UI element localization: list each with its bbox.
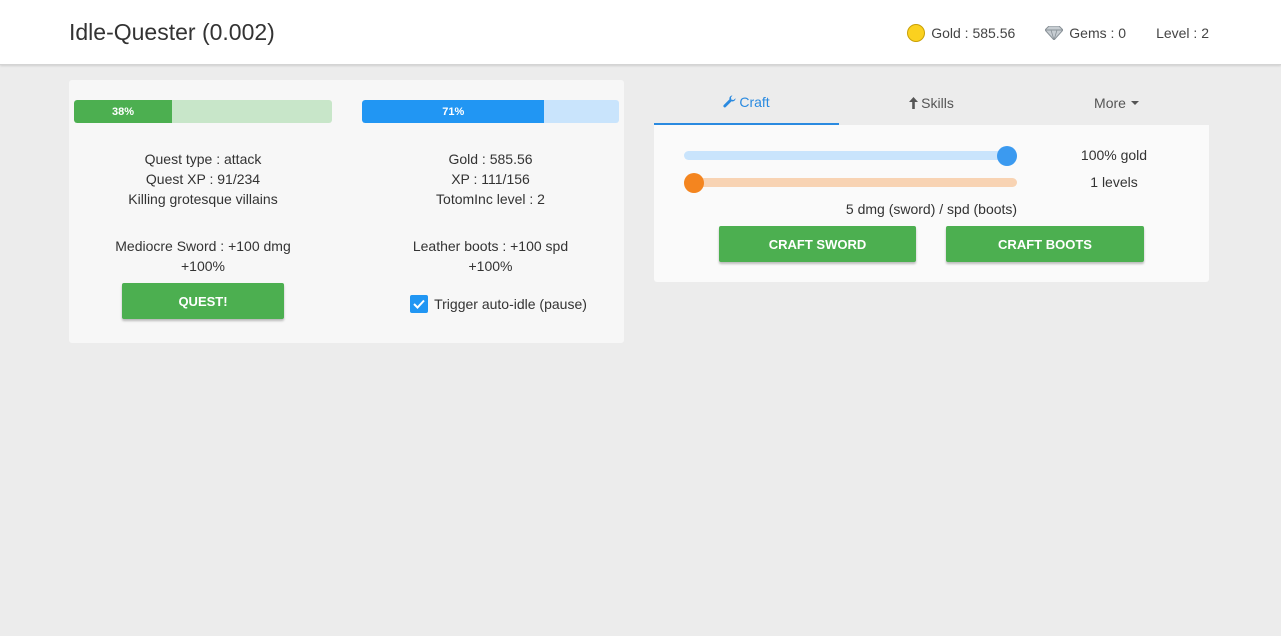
tab-skills[interactable]: Skills	[839, 80, 1024, 125]
gold-slider-handle[interactable]	[997, 146, 1017, 166]
caret-down-icon	[1130, 100, 1139, 105]
auto-idle-label: Trigger auto-idle (pause)	[434, 296, 587, 312]
totom-level: TotomInc level : 2	[436, 191, 545, 207]
craft-sword-button[interactable]: CRAFT SWORD	[719, 226, 916, 262]
level-stat: Level : 2	[1156, 25, 1209, 41]
auto-idle-checkbox[interactable]	[410, 295, 429, 313]
quest-progress-bar: 38%	[74, 100, 332, 123]
quest-panel: 38% Quest type : attack Quest XP : 91/23…	[69, 80, 624, 343]
app-title: Idle-Quester (0.002)	[69, 19, 275, 45]
tab-craft-label: Craft	[739, 93, 770, 110]
quest-info: Quest type : attack Quest XP : 91/234 Ki…	[74, 149, 332, 209]
gold-stat-label: Gold : 585.56	[931, 25, 1016, 41]
sword-bonus: +100%	[181, 258, 225, 274]
quest-type: Quest type : attack	[144, 151, 262, 167]
wrench-icon	[723, 95, 736, 108]
tab-more-label: More	[1094, 94, 1126, 111]
gems-stat-label: Gems : 0	[1069, 25, 1127, 41]
sword-name: Mediocre Sword : +100 dmg	[115, 238, 291, 254]
top-navbar: Idle-Quester (0.002) Gold : 585.56 Gems …	[0, 0, 1281, 65]
gold-percent-slider[interactable]	[684, 146, 1017, 166]
boots-bonus: +100%	[468, 258, 513, 274]
xp-progress-bar: 71%	[362, 100, 619, 123]
craft-panel: 100% gold 1 levels 5 dmg (sword) / spd (…	[654, 125, 1209, 282]
quest-progress-fill: 38%	[74, 100, 173, 123]
arrow-up-icon	[909, 96, 919, 109]
player-stats: Gold : 585.56 XP : 111/156 TotomInc leve…	[362, 149, 619, 209]
quest-column: 38% Quest type : attack Quest XP : 91/23…	[74, 100, 332, 319]
quest-button[interactable]: QUEST!	[122, 283, 284, 319]
player-gold: Gold : 585.56	[448, 151, 533, 167]
quest-xp: Quest XP : 91/234	[145, 171, 261, 187]
tab-more[interactable]: More	[1024, 80, 1209, 125]
player-xp: XP : 111/156	[451, 171, 530, 187]
gold-coin-icon	[907, 24, 926, 42]
tab-bar: Craft Skills More	[654, 80, 1209, 125]
gold-stat: Gold : 585.56	[907, 24, 1015, 42]
tab-skills-label: Skills	[921, 94, 954, 111]
boots-info: Leather boots : +100 spd +100%	[362, 236, 619, 276]
quest-description: Killing grotesque villains	[128, 191, 278, 207]
levels-slider-handle[interactable]	[684, 173, 704, 193]
boots-name: Leather boots : +100 spd	[412, 238, 569, 254]
diamond-icon	[1045, 26, 1064, 40]
levels-slider[interactable]	[684, 173, 1017, 193]
xp-progress-fill: 71%	[362, 100, 545, 123]
auto-idle-row[interactable]: Trigger auto-idle (pause)	[362, 295, 619, 313]
sword-info: Mediocre Sword : +100 dmg +100%	[74, 236, 332, 276]
header-stats: Gold : 585.56 Gems : 0 Level : 2	[907, 24, 1209, 42]
gold-percent-label: 100% gold	[1080, 147, 1148, 163]
gems-stat: Gems : 0	[1045, 25, 1126, 41]
tab-craft[interactable]: Craft	[654, 80, 839, 125]
levels-label: 1 levels	[1090, 174, 1138, 190]
checkmark-icon	[413, 299, 425, 309]
level-stat-label: Level : 2	[1156, 25, 1209, 41]
craft-info: 5 dmg (sword) / spd (boots)	[845, 201, 1018, 217]
stats-column: 71% Gold : 585.56 XP : 111/156 TotomInc …	[362, 100, 619, 313]
craft-boots-button[interactable]: CRAFT BOOTS	[946, 226, 1144, 262]
